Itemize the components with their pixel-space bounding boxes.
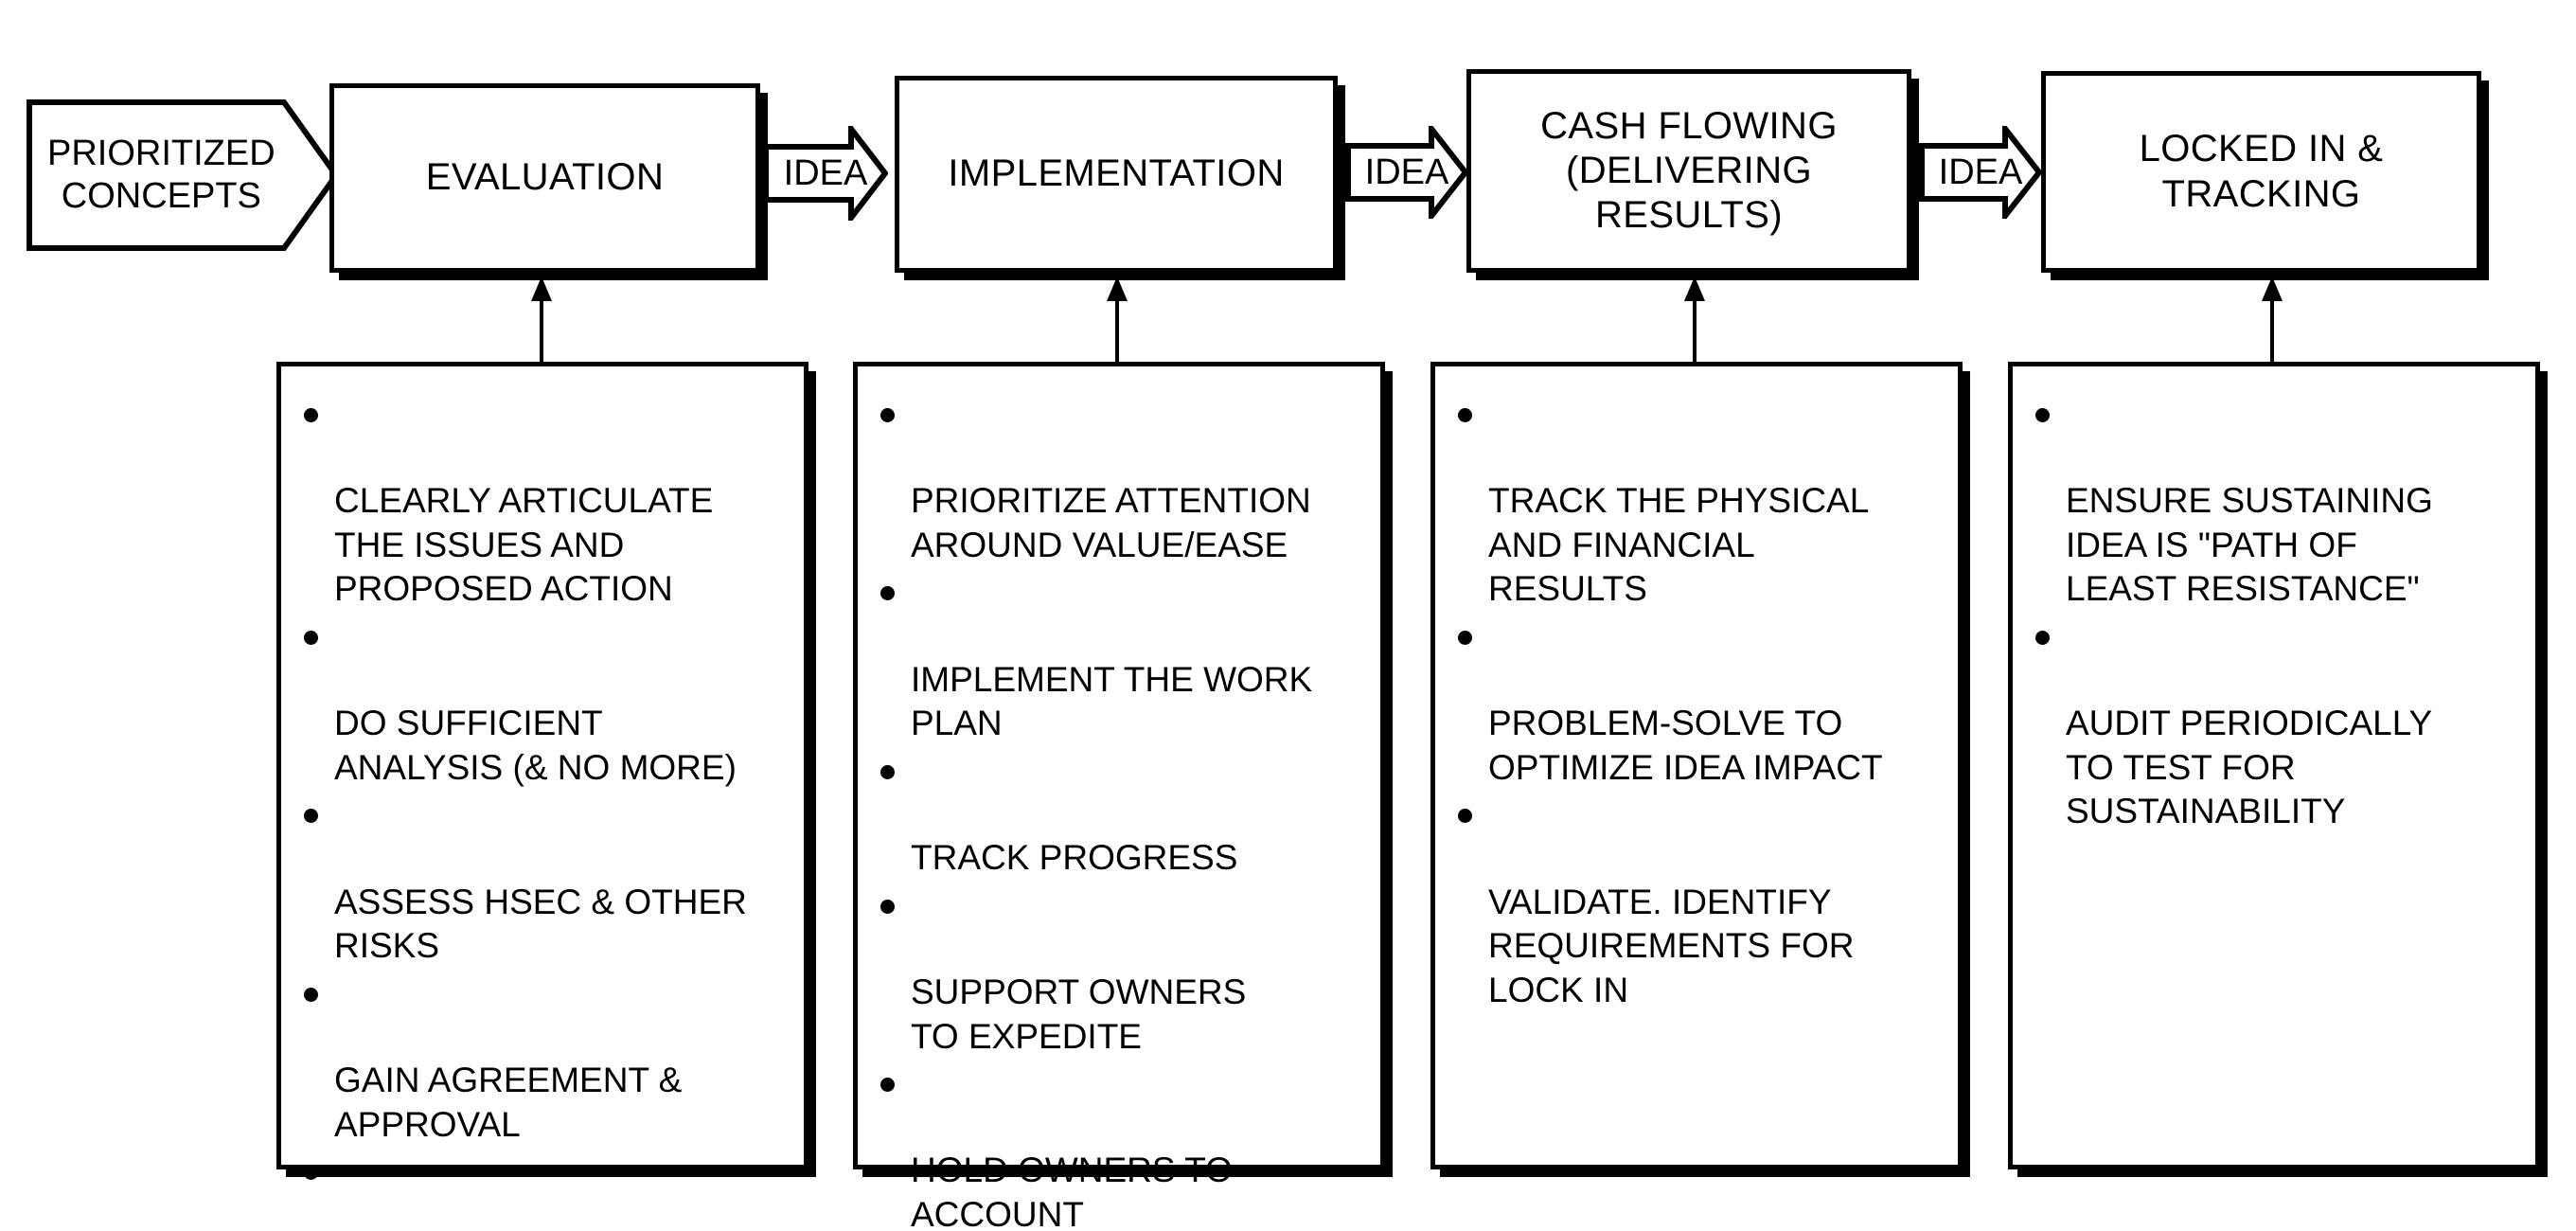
list-item: ASSESS HSEC & OTHER RISKS [296,792,791,968]
detail-box-implementation: PRIORITIZE ATTENTION AROUND VALUE/EASE I… [853,362,1385,1231]
stage-box-implementation[interactable]: IMPLEMENTATION [895,76,1338,273]
bullet-icon [304,1166,318,1181]
list-item-text: ENSURE SUSTAINING IDEA IS "PATH OF LEAST… [2066,481,2433,609]
list-item-text: GAIN AGREEMENT & APPROVAL [334,1061,683,1144]
bullet-icon [1458,631,1472,646]
bullet-icon [304,631,318,646]
list-item: DO SUFFICIENT ANALYSIS (& NO MORE) [296,614,791,790]
detail-box-cash-flowing: TRACK THE PHYSICAL AND FINANCIAL RESULTS… [1430,362,1963,1169]
list-item: PRIORITIZE ATTENTION AROUND VALUE/EASE [873,391,1367,567]
list-item: IMPLEMENT THE WORK PLAN [873,569,1367,745]
chevron-right-icon [763,126,888,221]
arrow-shaft [1693,297,1697,364]
arrow-shaft [2270,297,2274,364]
list-item-text: DO SUFFICIENT ANALYSIS (& NO MORE) [334,704,737,787]
vertical-arrow-implementation [1106,277,1128,364]
list-item: SUPPORT OWNERS TO EXPEDITE [873,883,1367,1059]
detail-list-cash-flowing: TRACK THE PHYSICAL AND FINANCIAL RESULTS… [1450,391,1945,1013]
chevron-right-icon [1919,126,2042,219]
bullet-icon [304,987,318,1002]
stage-box-evaluation[interactable]: EVALUATION [329,83,760,273]
bullet-icon [304,408,318,422]
vertical-arrow-cash-flowing [1683,277,1706,364]
list-item-text: VALIDATE. IDENTIFY REQUIREMENTS FOR LOCK… [1488,882,1855,1009]
list-item-text: IMPLEMENT THE WORK PLAN [911,659,1313,743]
bullet-icon [880,899,895,914]
list-item-text: HOLD OWNERS TO ACCOUNT [911,1151,1233,1231]
list-item: VALIDATE. IDENTIFY REQUIREMENTS FOR LOCK… [1450,792,1945,1012]
bullet-icon [880,1078,895,1093]
list-item: DEVELOP WORKPLAN WITH IMPLEMENTERS [296,1149,791,1231]
list-item: HOLD OWNERS TO ACCOUNT [873,1061,1367,1231]
bullet-icon [2035,408,2050,422]
list-item-text: AUDIT PERIODICALLY TO TEST FOR SUSTAINAB… [2066,704,2433,831]
bullet-icon [880,586,895,601]
bullet-icon [1458,408,1472,422]
arrow-shaft [1115,297,1119,364]
vertical-arrow-locked-in [2261,277,2283,364]
detail-list-evaluation: CLEARLY ARTICULATE THE ISSUES AND PROPOS… [296,391,791,1231]
pentagon-arrow-icon [27,99,339,251]
bullet-icon [304,809,318,824]
detail-list-locked-in: ENSURE SUSTAINING IDEA IS "PATH OF LEAST… [2028,391,2522,834]
list-item: CLEARLY ARTICULATE THE ISSUES AND PROPOS… [296,391,791,612]
detail-box-locked-in: ENSURE SUSTAINING IDEA IS "PATH OF LEAST… [2008,362,2540,1169]
chevron-right-icon [1345,126,1468,219]
list-item: TRACK PROGRESS [873,748,1367,881]
list-item-text: PRIORITIZE ATTENTION AROUND VALUE/EASE [911,481,1311,564]
bullet-icon [880,408,895,422]
stage-label-cash-flowing: CASH FLOWING (DELIVERING RESULTS) [1540,104,1838,237]
bullet-icon [2035,631,2050,646]
bullet-icon [880,764,895,779]
list-item: ENSURE SUSTAINING IDEA IS "PATH OF LEAST… [2028,391,2522,612]
list-item-text: CLEARLY ARTICULATE THE ISSUES AND PROPOS… [334,481,714,609]
list-item-text: TRACK THE PHYSICAL AND FINANCIAL RESULTS [1488,481,1870,609]
stage-label-implementation: IMPLEMENTATION [948,152,1285,195]
list-item: PROBLEM-SOLVE TO OPTIMIZE IDEA IMPACT [1450,614,1945,790]
detail-list-implementation: PRIORITIZE ATTENTION AROUND VALUE/EASE I… [873,391,1367,1231]
detail-box-evaluation: CLEARLY ARTICULATE THE ISSUES AND PROPOS… [276,362,808,1181]
arrow-shaft [540,297,543,364]
vertical-arrow-evaluation [530,277,553,364]
process-flow-diagram: PRIORITIZED CONCEPTS EVALUATION IDEA IMP… [0,0,2576,1231]
stage-box-cash-flowing[interactable]: CASH FLOWING (DELIVERING RESULTS) [1466,69,1911,273]
list-item: TRACK THE PHYSICAL AND FINANCIAL RESULTS [1450,391,1945,612]
connector-arrow-idea-1: IDEA [763,126,888,221]
connector-arrow-idea-3: IDEA [1919,126,2042,219]
stage-box-locked-in[interactable]: LOCKED IN & TRACKING [2041,71,2481,273]
list-item-text: TRACK PROGRESS [911,838,1238,878]
input-pentagon-prioritized-concepts: PRIORITIZED CONCEPTS [27,99,339,251]
list-item-text: PROBLEM-SOLVE TO OPTIMIZE IDEA IMPACT [1488,704,1883,787]
stage-label-evaluation: EVALUATION [425,156,665,199]
connector-arrow-idea-2: IDEA [1345,126,1468,219]
list-item-text: SUPPORT OWNERS TO EXPEDITE [911,972,1247,1056]
list-item-text: ASSESS HSEC & OTHER RISKS [334,882,747,966]
stage-label-locked-in: LOCKED IN & TRACKING [2139,128,2384,215]
bullet-icon [1458,809,1472,824]
list-item: AUDIT PERIODICALLY TO TEST FOR SUSTAINAB… [2028,614,2522,834]
list-item: GAIN AGREEMENT & APPROVAL [296,971,791,1147]
